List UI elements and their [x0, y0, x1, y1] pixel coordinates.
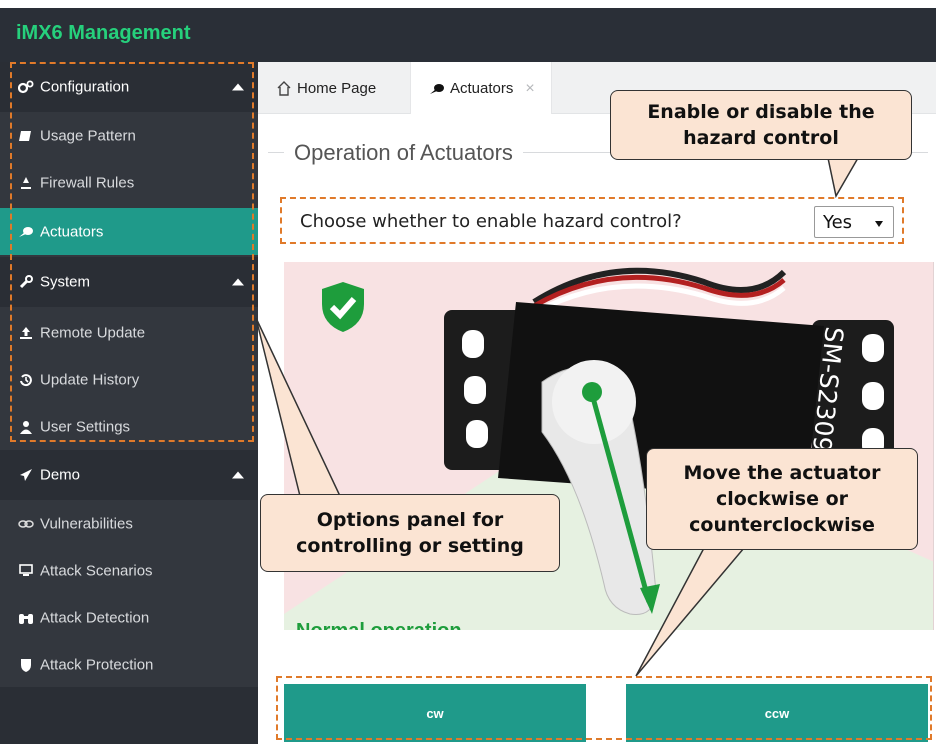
mount-hole: [862, 334, 884, 362]
actuator-icon: [429, 83, 445, 95]
tab-label: Actuators: [450, 80, 514, 97]
options-panel-outline: [10, 62, 254, 442]
mount-hole: [462, 330, 484, 358]
link-icon: [18, 516, 34, 532]
tab-label: Home Page: [297, 79, 377, 97]
paper-plane-icon: [18, 467, 34, 483]
terminal-icon: [18, 563, 34, 579]
section-title: Operation of Actuators: [284, 140, 523, 166]
servo-illustration: SM-S2309S: [284, 267, 933, 630]
sidebar-item-label: Attack Protection: [40, 656, 154, 673]
hazard-callout: Enable or disable the hazard control: [610, 90, 912, 160]
top-bar: iMX6 Management: [0, 0, 936, 62]
shield-icon: [18, 657, 34, 673]
sidebar-item-attack-protection[interactable]: Attack Protection: [0, 641, 258, 688]
shield-check-icon: [322, 282, 364, 332]
mount-hole: [466, 420, 488, 448]
tab-actuators[interactable]: Actuators ×: [410, 62, 552, 115]
status-text: Normal operation: [296, 620, 462, 630]
close-icon[interactable]: ×: [525, 80, 534, 98]
tab-home-page[interactable]: Home Page: [270, 62, 400, 114]
sidebar-item-label: Attack Scenarios: [40, 562, 153, 579]
sidebar-item-vulnerabilities[interactable]: Vulnerabilities: [0, 500, 258, 547]
sidebar-group-demo[interactable]: Demo: [0, 450, 258, 500]
app-title: iMX6 Management: [16, 22, 191, 44]
caret-up-icon: [232, 471, 244, 479]
sidebar-item-label: Vulnerabilities: [40, 515, 133, 532]
hazard-control-outline: [280, 197, 904, 244]
sidebar-item-attack-scenarios[interactable]: Attack Scenarios: [0, 547, 258, 594]
home-icon: [276, 80, 292, 96]
sidebar-group-label: Demo: [40, 466, 81, 484]
sidebar-footer: [0, 687, 258, 744]
actuator-visual: SM-S2309S Normal operation: [284, 262, 934, 630]
options-callout: Options panel for controlling or setting: [260, 494, 560, 572]
binoculars-icon: [18, 610, 34, 626]
mount-hole: [464, 376, 486, 404]
mount-hole: [862, 382, 884, 410]
move-callout: Move the actuator clockwise or countercl…: [646, 448, 918, 550]
sidebar-item-label: Attack Detection: [40, 609, 150, 626]
page: iMX6 Management Configuration Usage Patt…: [0, 0, 936, 744]
sidebar-item-attack-detection[interactable]: Attack Detection: [0, 594, 258, 641]
buttons-outline: [276, 676, 932, 740]
